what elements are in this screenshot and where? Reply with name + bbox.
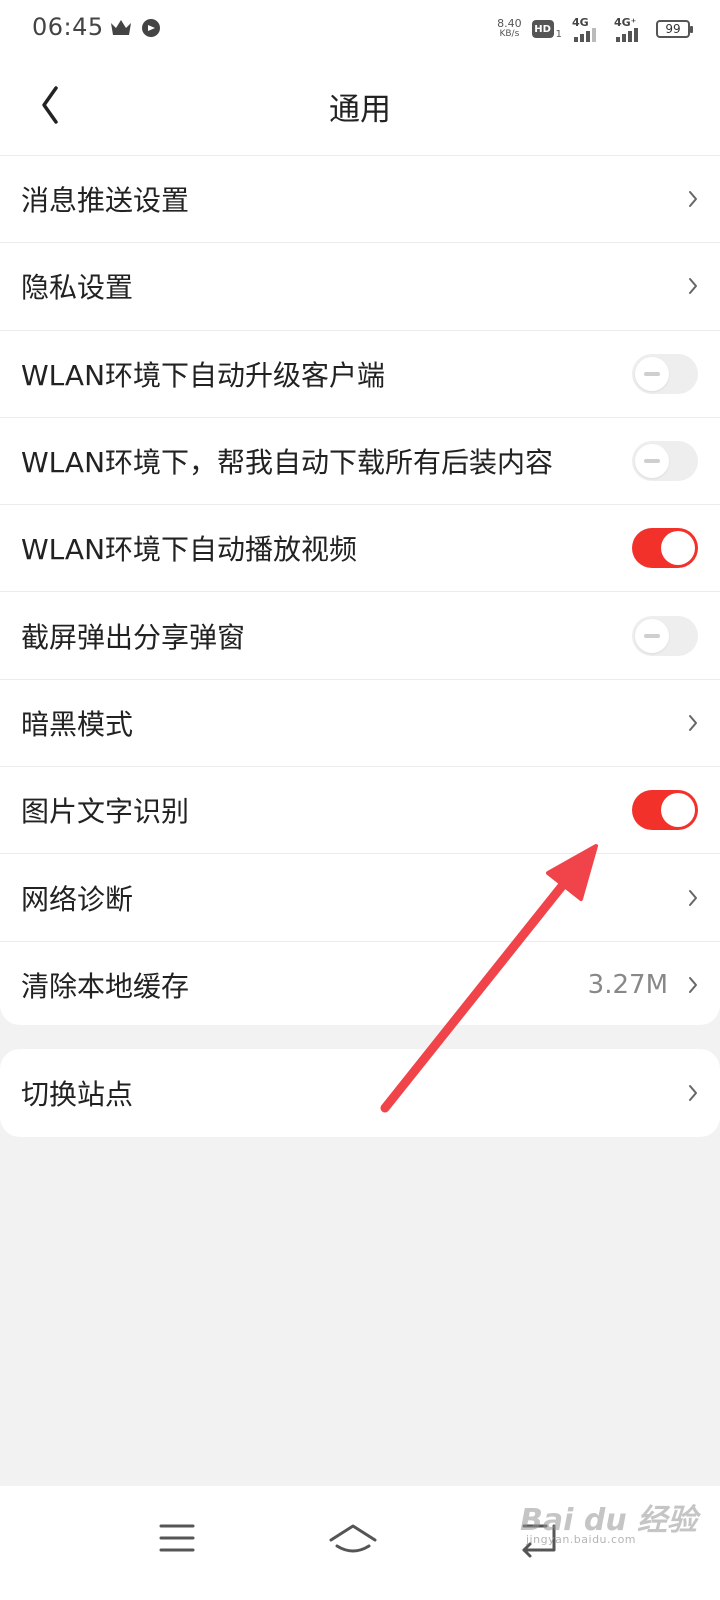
home-icon[interactable] — [321, 1510, 385, 1566]
settings-row[interactable]: 截屏弹出分享弹窗 — [0, 592, 720, 680]
row-label: 清除本地缓存 — [21, 970, 190, 1004]
toggle-knob — [661, 793, 695, 828]
baidu-jingyan-watermark: Bai du 经验 jingyan.baidu.com — [520, 1503, 698, 1546]
top-area: 06:45 8.40 KB/s HD 1 4G 4G⁺ 99 通用 — [0, 0, 720, 156]
toggle-knob — [661, 531, 695, 566]
toggle-switch-off[interactable] — [632, 441, 698, 482]
row-label: 截屏弹出分享弹窗 — [21, 620, 246, 654]
toggle-knob — [635, 444, 669, 479]
menu-icon[interactable] — [145, 1510, 209, 1566]
row-label: 消息推送设置 — [21, 184, 190, 218]
message-bubble-icon — [142, 19, 160, 37]
settings-row[interactable]: WLAN环境下自动升级客户端 — [0, 331, 720, 418]
chevron-right-icon — [689, 714, 697, 731]
crown-icon — [111, 20, 131, 35]
chevron-right-icon — [689, 278, 697, 295]
settings-row[interactable]: 图片文字识别 — [0, 767, 720, 855]
row-value: 3.27M — [587, 970, 668, 1001]
row-label: 网络诊断 — [21, 882, 134, 916]
status-bar: 06:45 8.40 KB/s HD 1 4G 4G⁺ 99 — [0, 0, 720, 56]
page-title: 通用 — [329, 92, 391, 128]
toggle-knob — [635, 356, 669, 391]
row-label: WLAN环境下自动播放视频 — [21, 533, 358, 567]
chevron-right-icon — [689, 889, 697, 906]
page-header: 通用 — [0, 56, 720, 156]
hd-voice-icon: HD — [531, 20, 554, 38]
settings-row[interactable]: 清除本地缓存 3.27M — [0, 942, 720, 1029]
hd-sim-index: 1 — [555, 28, 562, 40]
toggle-switch-off[interactable] — [632, 615, 698, 656]
row-label: WLAN环境下，帮我自动下载所有后装内容 — [21, 446, 554, 480]
toggle-switch-off[interactable] — [632, 353, 698, 394]
settings-row[interactable]: WLAN环境下，帮我自动下载所有后装内容 — [0, 418, 720, 506]
status-time: 06:45 — [32, 13, 104, 41]
chevron-right-icon — [689, 977, 697, 994]
battery-icon: 99 — [656, 20, 693, 38]
toggle-knob — [635, 618, 669, 653]
settings-row[interactable]: 暗黑模式 — [0, 680, 720, 768]
chevron-right-icon — [689, 191, 697, 208]
site-switch-card: 切换站点 — [0, 1049, 720, 1137]
row-label: 暗黑模式 — [21, 707, 134, 741]
net-speed: 8.40 KB/s — [497, 17, 522, 39]
sim2-signal-icon: 4G⁺ — [614, 16, 646, 42]
row-label: 切换站点 — [21, 1078, 134, 1111]
row-label: 图片文字识别 — [21, 795, 190, 829]
settings-row[interactable]: 网络诊断 — [0, 854, 720, 942]
settings-list: 消息推送设置 隐私设置 WLAN环境下自动升级客户端 WLAN环境下，帮我自动下载所有… — [0, 156, 720, 1025]
row-label: 隐私设置 — [21, 271, 134, 305]
status-indicators: 8.40 KB/s HD 1 4G 4G⁺ 99 — [497, 14, 693, 44]
toggle-switch-on[interactable] — [632, 790, 698, 831]
settings-row[interactable]: WLAN环境下自动播放视频 — [0, 505, 720, 593]
settings-row[interactable]: 隐私设置 — [0, 243, 720, 331]
sim1-signal-icon: 4G — [572, 16, 604, 42]
settings-row[interactable]: 消息推送设置 — [0, 156, 720, 244]
settings-row-switch-site[interactable]: 切换站点 — [0, 1049, 720, 1137]
row-label: WLAN环境下自动升级客户端 — [21, 358, 386, 392]
toggle-switch-on[interactable] — [632, 528, 698, 569]
chevron-right-icon — [689, 1085, 697, 1101]
